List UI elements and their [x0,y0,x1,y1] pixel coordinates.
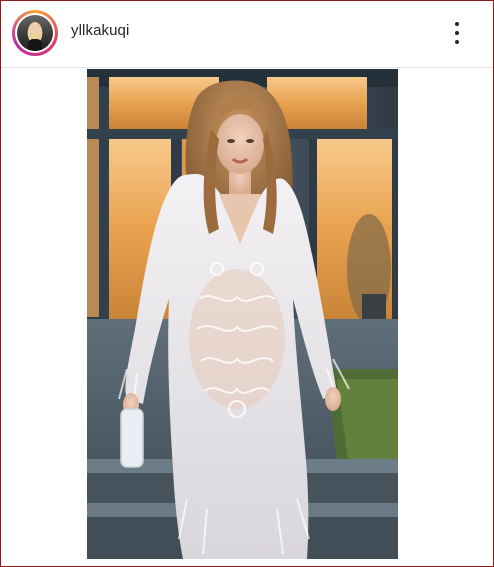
post-card: yllkakuqi [0,0,494,567]
post-header: yllkakuqi [1,1,493,68]
post-video[interactable] [87,69,398,559]
more-options-icon[interactable] [447,19,467,47]
avatar-story-ring[interactable] [12,10,58,56]
more-dot [455,40,459,44]
avatar-border [15,13,55,53]
more-dot [455,31,459,35]
username-link[interactable]: yllkakuqi [71,22,129,39]
more-dot [455,22,459,26]
video-frame [87,69,398,559]
avatar [17,15,53,51]
avatar-figure [28,39,42,51]
